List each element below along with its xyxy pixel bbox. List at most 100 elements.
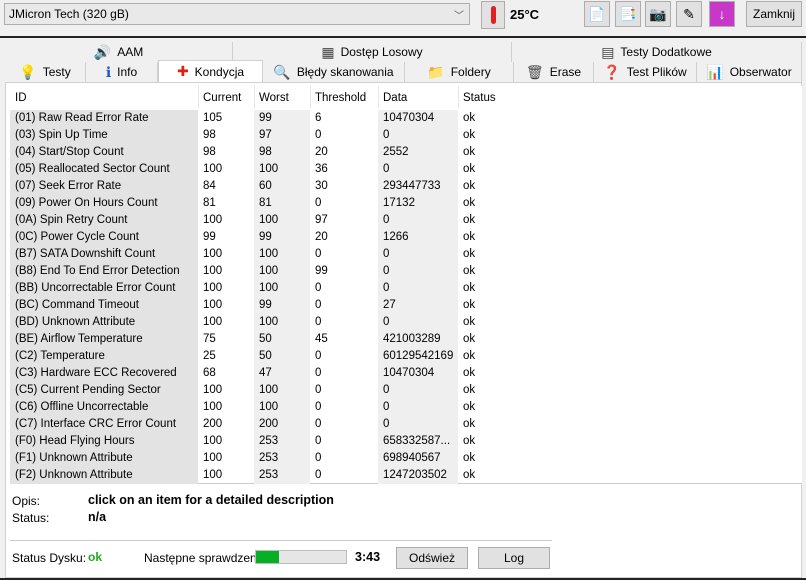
cell-current: 100 xyxy=(203,316,223,328)
table-row[interactable]: (C3) Hardware ECC Recovered 68 47 0 10470304… xyxy=(10,365,522,382)
tab-kondycja[interactable]: ✚ Kondycja xyxy=(158,60,263,82)
tab-testy[interactable]: 💡 Testy xyxy=(5,62,86,82)
cell-threshold: 0 xyxy=(315,384,322,396)
column-header[interactable]: ID xyxy=(15,92,27,104)
random-access-icon: ▦ xyxy=(321,43,335,60)
cell-status: ok xyxy=(463,316,476,328)
cell-id: (07) Seek Error Rate xyxy=(15,180,122,192)
save-down-icon[interactable]: ↓ xyxy=(709,1,735,27)
cell-status: ok xyxy=(463,469,476,481)
column-header[interactable]: Data xyxy=(383,92,407,104)
cell-current: 84 xyxy=(203,180,216,192)
drive-select[interactable]: JMicron Tech (320 gB) ﹀ xyxy=(4,3,470,25)
table-row[interactable]: (F2) Unknown Attribute 100 253 0 1247203502 o… xyxy=(10,467,522,484)
cell-data: 0 xyxy=(383,129,390,141)
table-row[interactable]: (BD) Unknown Attribute 100 100 0 0 ok xyxy=(10,314,522,331)
table-row[interactable]: (F1) Unknown Attribute 100 253 0 698940567 ok xyxy=(10,450,522,467)
refresh-button[interactable]: Odśwież xyxy=(396,547,468,569)
table-row[interactable]: (01) Raw Read Error Rate 105 99 6 10470304 ok xyxy=(10,110,522,127)
cell-worst: 81 xyxy=(259,197,272,209)
next-check-progress xyxy=(255,550,347,564)
cell-status: ok xyxy=(463,146,476,158)
table-row[interactable]: (C7) Interface CRC Error Count 200 200 0 0 ok xyxy=(10,416,522,433)
cell-current: 100 xyxy=(203,384,223,396)
cell-status: ok xyxy=(463,163,476,175)
table-row[interactable]: (BE) Airflow Temperature 75 50 45 421003289 o… xyxy=(10,331,522,348)
cell-data: 0 xyxy=(383,163,390,175)
table-row[interactable]: (BB) Uncorrectable Error Count 100 100 0 0 ok xyxy=(10,280,522,297)
cell-threshold: 0 xyxy=(315,435,322,447)
copy-screenshot-icon[interactable]: 📑 xyxy=(615,1,641,27)
cell-threshold: 0 xyxy=(315,418,322,430)
table-row[interactable]: (C2) Temperature 25 50 0 60129542169 ok xyxy=(10,348,522,365)
cell-threshold: 0 xyxy=(315,282,322,294)
tab-info[interactable]: ℹ Info xyxy=(86,62,158,82)
camera-icon[interactable]: 📷 xyxy=(645,1,671,27)
divider xyxy=(10,540,552,541)
table-row[interactable]: (F0) Head Flying Hours 100 253 0 658332587..… xyxy=(10,433,522,450)
copy-text-icon[interactable]: 📄 xyxy=(584,1,610,27)
cell-worst: 97 xyxy=(259,129,272,141)
table-row[interactable]: (B7) SATA Downshift Count 100 100 0 0 ok xyxy=(10,246,522,263)
table-row[interactable]: (09) Power On Hours Count 81 81 0 17132 ok xyxy=(10,195,522,212)
cell-current: 100 xyxy=(203,469,223,481)
tab-foldery[interactable]: 📁 Foldery xyxy=(405,62,514,82)
table-row[interactable]: (B8) End To End Error Detection 100 100 99 0… xyxy=(10,263,522,280)
status-value: n/a xyxy=(88,510,107,524)
column-header[interactable]: Worst xyxy=(259,92,289,104)
cell-worst: 100 xyxy=(259,401,279,413)
tab-test-plików[interactable]: ❓ Test Plików xyxy=(594,62,697,82)
tab-label: Błędy skanowania xyxy=(296,65,394,79)
speaker-icon: 🔊 xyxy=(93,43,112,60)
cell-current: 100 xyxy=(203,248,223,260)
column-header[interactable]: Current xyxy=(203,92,241,104)
smart-table[interactable]: ID Current Worst Threshold Data Status (01) R… xyxy=(10,86,802,484)
opis-label: Opis: xyxy=(12,494,41,508)
column-header[interactable]: Status xyxy=(463,92,496,104)
info-icon: ℹ xyxy=(105,63,112,80)
tab-label: AAM xyxy=(117,45,144,59)
table-row[interactable]: (07) Seek Error Rate 84 60 30 293447733 ok xyxy=(10,178,522,195)
table-row[interactable]: (BC) Command Timeout 100 99 0 27 ok xyxy=(10,297,522,314)
tab-dostęp-losowy[interactable]: ▦ Dostęp Losowy xyxy=(233,42,512,62)
tab-label: Obserwator xyxy=(729,65,792,79)
log-button[interactable]: Log xyxy=(478,547,550,569)
tab-błędy-skanowania[interactable]: 🔍 Błędy skanowania xyxy=(263,62,405,82)
table-row[interactable]: (04) Start/Stop Count 98 98 20 2552 ok xyxy=(10,144,522,161)
cell-worst: 50 xyxy=(259,350,272,362)
table-row[interactable]: (0C) Power Cycle Count 99 99 20 1266 ok xyxy=(10,229,522,246)
table-row[interactable]: (C5) Current Pending Sector 100 100 0 0 ok xyxy=(10,382,522,399)
cell-id: (C6) Offline Uncorrectable xyxy=(15,401,149,413)
tab-aam[interactable]: 🔊 AAM xyxy=(5,42,233,62)
table-row[interactable]: (05) Reallocated Sector Count 100 100 36 0 ok xyxy=(10,161,522,178)
cell-status: ok xyxy=(463,350,476,362)
cell-worst: 100 xyxy=(259,265,279,277)
column-header[interactable]: Threshold xyxy=(315,92,366,104)
options-icon[interactable]: ✎ xyxy=(676,1,702,27)
tab-erase[interactable]: 🗑 Erase xyxy=(514,62,594,82)
cell-data: 0 xyxy=(383,401,390,413)
close-button[interactable]: Zamknij xyxy=(746,1,802,27)
cell-status: ok xyxy=(463,435,476,447)
table-row[interactable]: (0A) Spin Retry Count 100 100 97 0 ok xyxy=(10,212,522,229)
tab-obserwator[interactable]: 📊 Obserwator xyxy=(697,62,802,82)
cell-current: 25 xyxy=(203,350,216,362)
cell-worst: 200 xyxy=(259,418,279,430)
cell-status: ok xyxy=(463,384,476,396)
cell-status: ok xyxy=(463,367,476,379)
cell-threshold: 0 xyxy=(315,129,322,141)
cell-id: (C3) Hardware ECC Recovered xyxy=(15,367,177,379)
tab-testy-dodatkowe[interactable]: ▤ Testy Dodatkowe xyxy=(512,42,802,62)
cell-threshold: 0 xyxy=(315,350,322,362)
cell-threshold: 0 xyxy=(315,248,322,260)
table-row[interactable]: (C6) Offline Uncorrectable 100 100 0 0 ok xyxy=(10,399,522,416)
cell-worst: 47 xyxy=(259,367,272,379)
cell-bg xyxy=(378,382,458,399)
cell-worst: 100 xyxy=(259,282,279,294)
cell-id: (03) Spin Up Time xyxy=(15,129,108,141)
cell-data: 60129542169 xyxy=(383,350,454,362)
table-row[interactable]: (03) Spin Up Time 98 97 0 0 ok xyxy=(10,127,522,144)
cell-current: 98 xyxy=(203,129,216,141)
cell-threshold: 99 xyxy=(315,265,328,277)
cell-current: 81 xyxy=(203,197,216,209)
